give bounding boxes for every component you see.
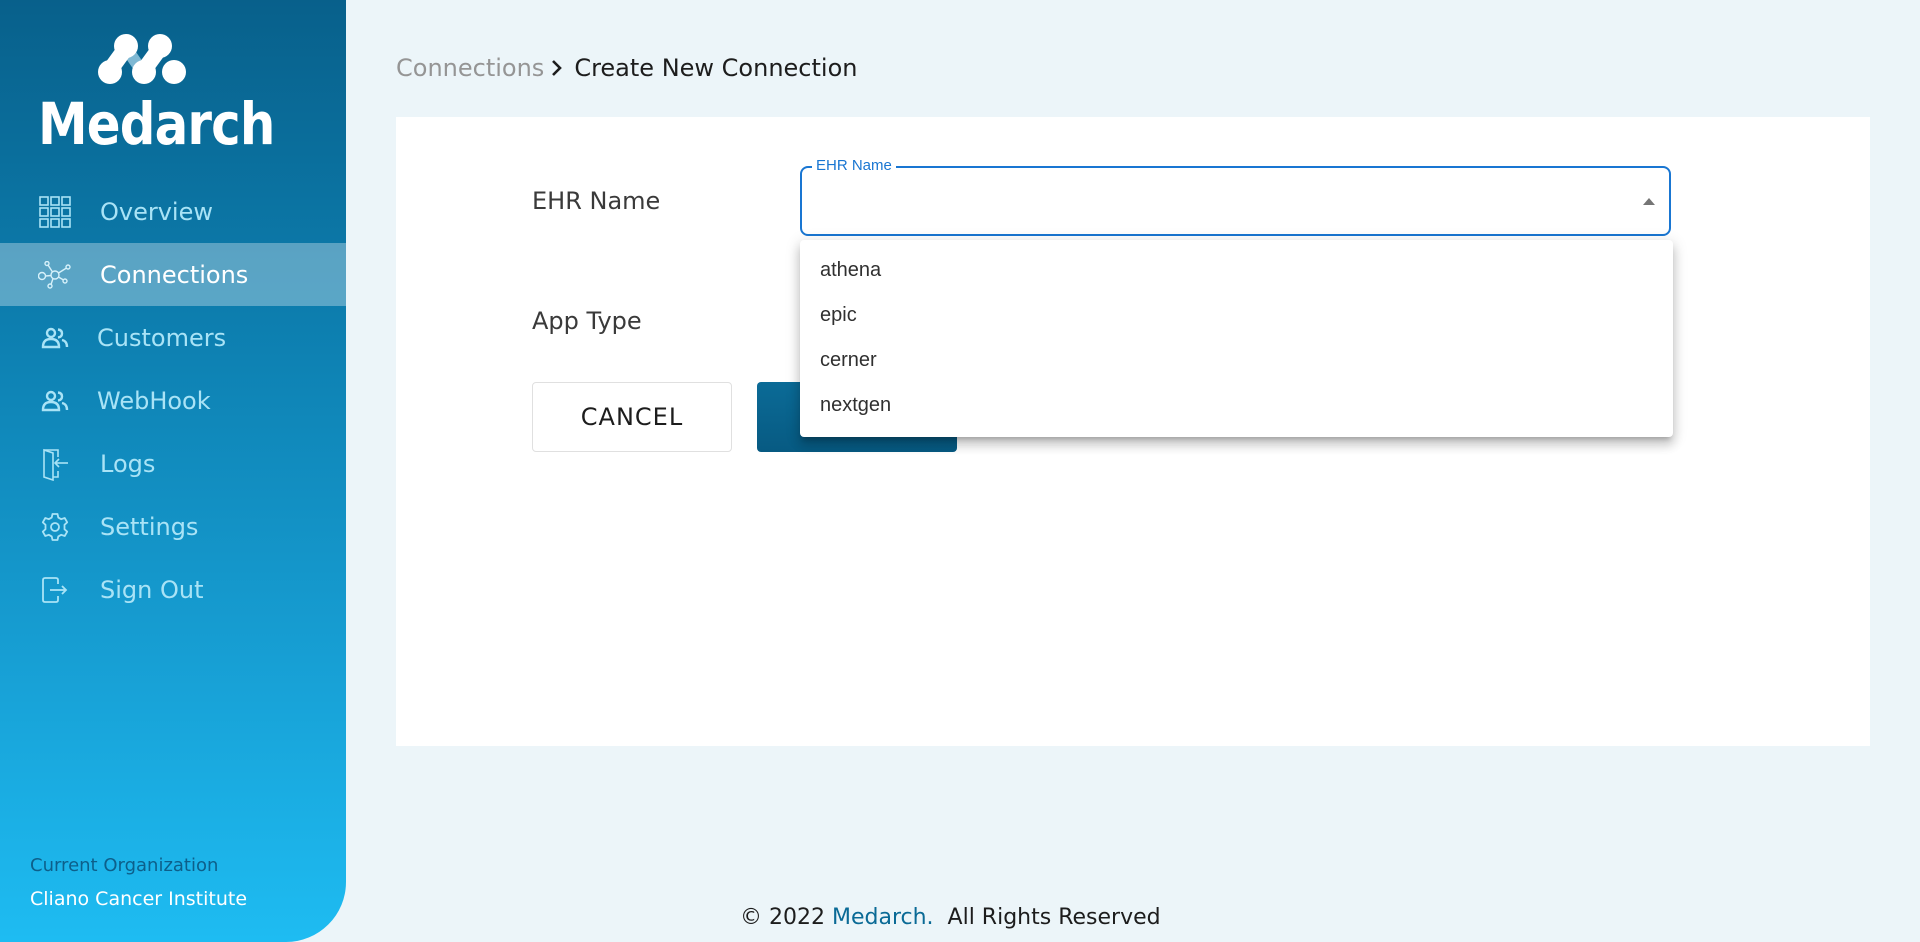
sidebar-item-settings[interactable]: Settings [0, 495, 346, 558]
sidebar-item-label: Settings [100, 512, 199, 541]
sidebar-item-label: WebHook [97, 386, 211, 415]
brand-logo[interactable]: Medarch [38, 28, 275, 158]
org-label: Current Organization [30, 855, 219, 876]
dropdown-option-nextgen[interactable]: nextgen [800, 383, 1673, 428]
ehr-name-dropdown-menu: athena epic cerner nextgen [800, 240, 1673, 437]
sidebar-item-label: Connections [100, 260, 249, 289]
medarch-molecule-logo-icon [98, 34, 186, 84]
app-type-label: App Type [532, 307, 642, 335]
users-icon [38, 384, 72, 418]
sidebar-item-customers[interactable]: Customers [0, 306, 346, 369]
caret-up-icon [1643, 198, 1655, 205]
dropdown-option-epic[interactable]: epic [800, 293, 1673, 338]
sign-out-icon [38, 573, 72, 607]
ehr-name-floating-label: EHR Name [812, 157, 896, 174]
ehr-name-select[interactable]: EHR Name [800, 157, 1671, 236]
dropdown-option-cerner[interactable]: cerner [800, 338, 1673, 383]
breadcrumb-connections-link[interactable]: Connections [396, 54, 544, 82]
brand-name: Medarch [38, 90, 275, 158]
breadcrumb: Connections Create New Connection [396, 54, 857, 82]
dropdown-option-athena[interactable]: athena [800, 248, 1673, 293]
footer: © 2022 Medarch. All Rights Reserved [740, 905, 1161, 930]
grid-icon [38, 195, 72, 229]
sidebar-item-logs[interactable]: Logs [0, 432, 346, 495]
ehr-name-label: EHR Name [532, 187, 661, 215]
current-organization: Current Organization Cliano Cancer Insti… [30, 855, 247, 910]
footer-brand-link[interactable]: Medarch. [832, 905, 934, 930]
org-name[interactable]: Cliano Cancer Institute [30, 888, 247, 910]
footer-rights: All Rights Reserved [933, 905, 1161, 930]
sidebar-item-connections[interactable]: Connections [0, 243, 346, 306]
chevron-right-icon [550, 58, 564, 78]
cancel-button[interactable]: CANCEL [532, 382, 732, 452]
footer-copyright: © 2022 [740, 905, 832, 930]
sidebar-item-overview[interactable]: Overview [0, 180, 346, 243]
network-icon [38, 258, 72, 292]
sidebar-item-label: Customers [97, 323, 227, 352]
sidebar-item-label: Sign Out [100, 575, 204, 604]
sidebar-item-label: Overview [100, 197, 213, 226]
sidebar-item-webhook[interactable]: WebHook [0, 369, 346, 432]
sidebar: Medarch Overview Connections Customers W… [0, 0, 346, 942]
page-title: Create New Connection [574, 54, 858, 82]
door-enter-icon [38, 447, 72, 481]
gear-icon [38, 510, 72, 544]
sidebar-item-label: Logs [100, 449, 156, 478]
sidebar-nav: Overview Connections Customers WebHook L… [0, 180, 346, 621]
users-icon [38, 321, 72, 355]
sidebar-item-sign-out[interactable]: Sign Out [0, 558, 346, 621]
